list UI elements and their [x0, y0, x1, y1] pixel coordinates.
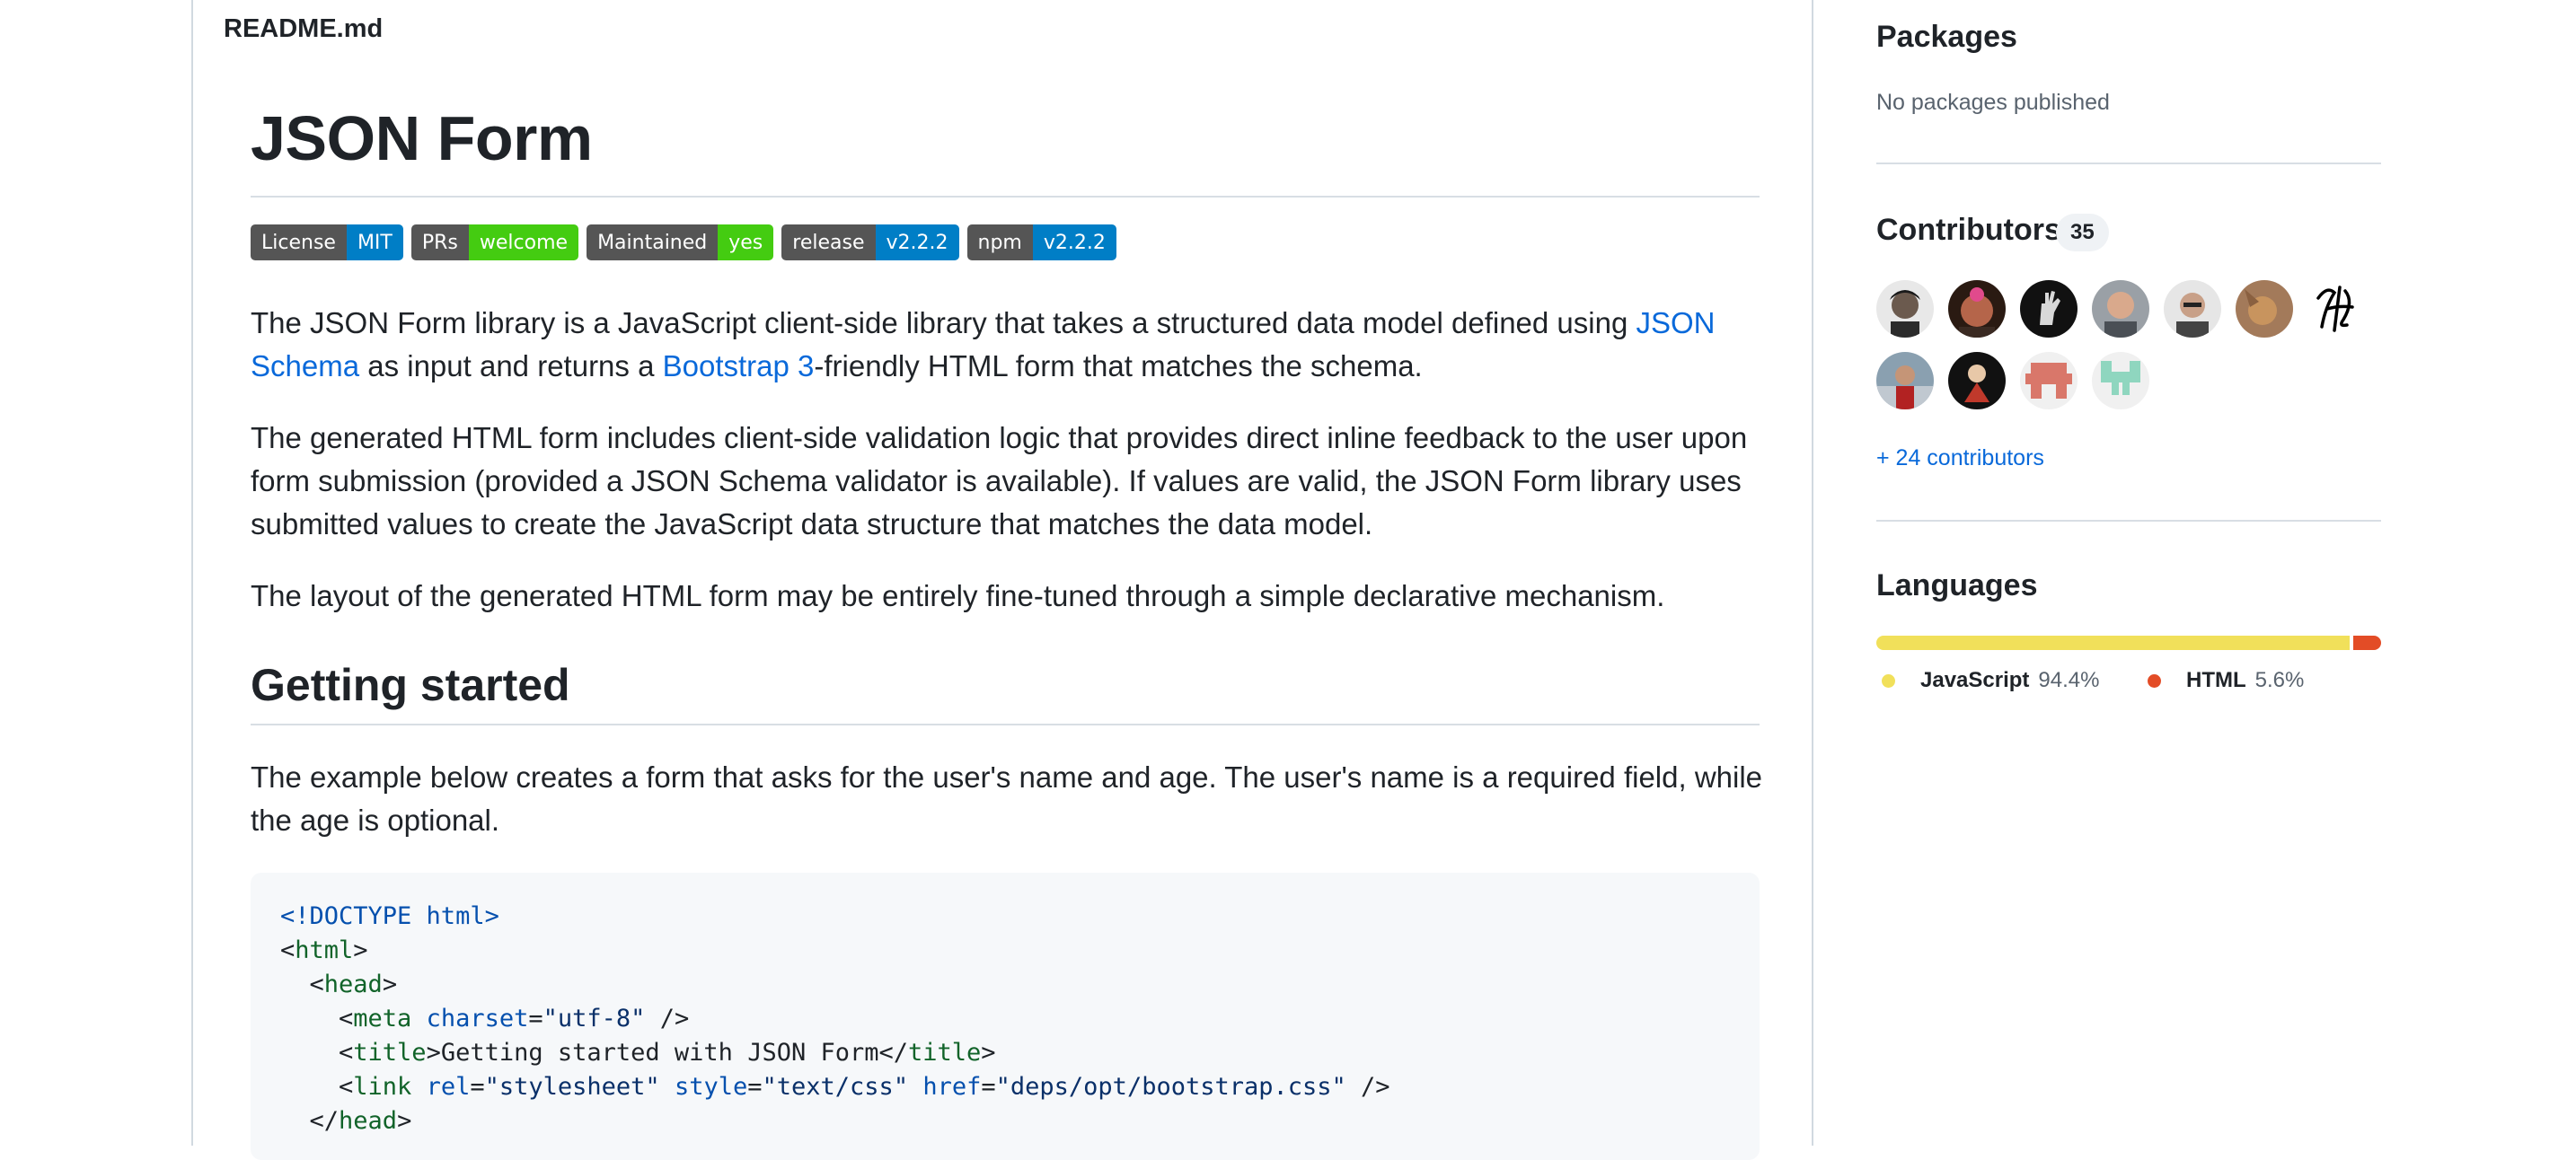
packages-heading[interactable]: Packages — [1876, 20, 2017, 55]
badge-npm[interactable]: npm v2.2.2 — [966, 224, 1116, 260]
code-attr: charset — [426, 1005, 529, 1033]
code-doctype: <!DOCTYPE html> — [280, 902, 499, 930]
more-contributors-link[interactable]: + 24 contributors — [1876, 445, 2044, 471]
code-string: "stylesheet" — [484, 1073, 660, 1101]
language-name: JavaScript — [1920, 668, 2030, 692]
code-tag: html — [295, 936, 354, 964]
sidebar-divider — [1876, 520, 2381, 522]
language-bar-javascript[interactable] — [1876, 636, 2350, 650]
getting-started-heading: Getting started — [251, 660, 570, 710]
badge-value: welcome — [468, 224, 579, 260]
code-tag: title — [908, 1039, 982, 1067]
code-string: "utf-8" — [543, 1005, 646, 1033]
intro-text-3: -friendly HTML form that matches the sch… — [814, 349, 1423, 382]
bootstrap-link[interactable]: Bootstrap 3 — [663, 349, 815, 382]
code-string: "text/css" — [762, 1073, 909, 1101]
title-divider — [251, 196, 1760, 198]
code-tag: meta — [353, 1005, 412, 1033]
json-schema-link-part1[interactable]: JSON — [1636, 306, 1716, 339]
example-paragraph: The example below creates a form that as… — [251, 760, 1763, 837]
readme-panel: README.md JSON Form License MIT PRs welc… — [191, 0, 1813, 1160]
badge-value: yes — [718, 224, 774, 260]
language-color-dot — [2148, 673, 2161, 688]
code-string: "deps/opt/bootstrap.css" — [995, 1073, 1346, 1101]
badge-key: npm — [966, 224, 1033, 260]
language-color-dot — [1882, 673, 1895, 688]
language-bar-html[interactable] — [2352, 636, 2381, 650]
contributor-avatar[interactable] — [2020, 280, 2078, 338]
language-name: HTML — [2186, 668, 2246, 692]
section-divider — [251, 724, 1760, 725]
badge-key: PRs — [410, 224, 469, 260]
badge-release[interactable]: release v2.2.2 — [781, 224, 959, 260]
contributor-avatar[interactable] — [2092, 352, 2149, 409]
code-content: <!DOCTYPE html> <html> <head> <meta char… — [280, 902, 1390, 1135]
code-attr: style — [674, 1073, 748, 1101]
contributor-avatar[interactable] — [2236, 280, 2293, 338]
layout-paragraph: The layout of the generated HTML form ma… — [251, 579, 1665, 612]
code-text: Getting started with JSON Form — [440, 1039, 879, 1067]
language-javascript[interactable]: JavaScript 94.4% — [1882, 668, 2099, 693]
code-tag: head — [323, 971, 383, 998]
badge-key: License — [251, 224, 347, 260]
contributor-avatar[interactable] — [2020, 352, 2078, 409]
badge-prs[interactable]: PRs welcome — [410, 224, 579, 260]
intro-text-2: as input and returns a — [359, 349, 663, 382]
code-tag: title — [353, 1039, 427, 1067]
intro-paragraph: The JSON Form library is a JavaScript cl… — [251, 302, 1778, 388]
badge-value: v2.2.2 — [1032, 224, 1116, 260]
badge-value: MIT — [346, 224, 403, 260]
code-tag: head — [339, 1107, 398, 1135]
sidebar-divider — [1876, 163, 2381, 164]
contributor-avatar[interactable] — [2307, 280, 2365, 338]
code-block: <!DOCTYPE html> <html> <head> <meta char… — [251, 873, 1760, 1160]
code-tag: link — [353, 1073, 412, 1101]
contributor-avatar[interactable] — [1876, 280, 1934, 338]
contributor-avatar[interactable] — [2164, 280, 2221, 338]
json-schema-link-part2[interactable]: Schema — [251, 349, 359, 382]
languages-heading: Languages — [1876, 568, 2038, 602]
contributors-count-badge: 35 — [2056, 214, 2109, 251]
contributor-avatar[interactable] — [1948, 352, 2006, 409]
badge-key: Maintained — [587, 224, 719, 260]
code-attr: href — [922, 1073, 982, 1101]
badge-maintained[interactable]: Maintained yes — [587, 224, 774, 260]
intro-text-1: The JSON Form library is a JavaScript cl… — [251, 306, 1636, 339]
language-percent: 5.6% — [2254, 668, 2305, 692]
code-attr: rel — [426, 1073, 471, 1101]
readme-title: JSON Form — [251, 103, 593, 173]
readme-filename[interactable]: README.md — [224, 14, 383, 44]
language-percent: 94.4% — [2038, 668, 2100, 692]
badge-key: release — [781, 224, 876, 260]
validation-paragraph: The generated HTML form includes client-… — [251, 421, 1748, 540]
contributors-heading[interactable]: Contributors — [1876, 213, 2061, 248]
language-html[interactable]: HTML 5.6% — [2148, 668, 2304, 693]
contributor-avatar[interactable] — [2092, 280, 2149, 338]
contributor-avatar[interactable] — [1948, 280, 2006, 338]
badge-value: v2.2.2 — [875, 224, 959, 260]
languages-bar — [1876, 636, 2381, 650]
contributor-avatar[interactable] — [1876, 352, 1934, 409]
badge-license[interactable]: License MIT — [251, 224, 403, 260]
badge-row: License MIT PRs welcome Maintained yes r… — [251, 224, 1116, 260]
packages-empty-text: No packages published — [1876, 90, 2110, 115]
